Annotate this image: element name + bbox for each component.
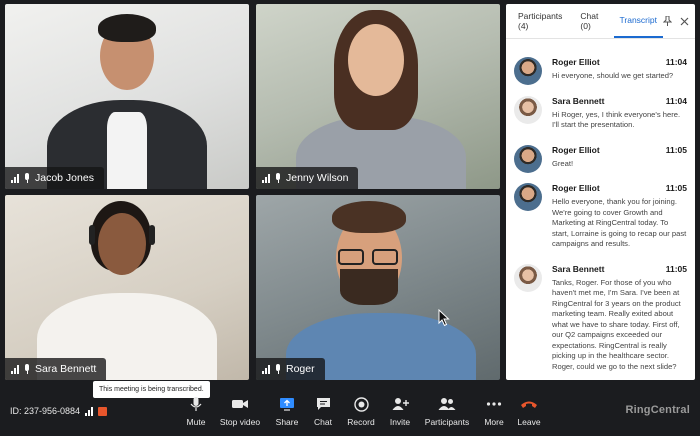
side-panel: Participants (4) Chat (0) Transcript Rog… <box>506 4 695 380</box>
share-screen-icon <box>280 398 294 411</box>
message-text: Great! <box>552 158 574 168</box>
button-label: Mute <box>186 417 206 427</box>
meeting-toolbar: This meeting is being transcribed. ID: 2… <box>0 381 700 436</box>
avatar <box>514 144 542 173</box>
message-author: Roger Elliot <box>552 57 600 67</box>
microphone-icon <box>275 364 281 374</box>
button-label: Record <box>347 417 375 427</box>
add-user-icon <box>392 398 409 410</box>
panel-tabs: Participants (4) Chat (0) Transcript <box>506 4 695 39</box>
button-label: Invite <box>389 417 411 427</box>
message-text: Hi Roger, yes, I think everyone's here. … <box>552 109 681 130</box>
message-time: 11:05 <box>665 144 687 155</box>
message-time: 11:04 <box>665 57 687 67</box>
brand-logo: RingCentral <box>625 404 690 416</box>
avatar <box>514 57 542 85</box>
tab-chat[interactable]: Chat (0) <box>574 4 613 38</box>
message-text: Hello everyone, thank you for joining. W… <box>552 197 687 248</box>
close-icon[interactable] <box>680 17 689 26</box>
message-time: 11:05 <box>665 263 687 274</box>
participant-name: Jacob Jones <box>35 172 94 184</box>
transcript-message: Roger Elliot 11:05 Hello everyone, thank … <box>514 183 687 250</box>
transcription-badge-icon[interactable] <box>98 406 108 416</box>
message-text: Tanks, Roger. For those of you who haven… <box>552 277 681 371</box>
video-grid: Jacob Jones Jenny Wilson Sara Bennett Ro… <box>0 0 700 384</box>
message-text: Hi everyone, should we get started? <box>552 71 674 80</box>
message-author: Sara Bennett <box>552 95 605 106</box>
video-camera-icon <box>232 400 248 408</box>
transcript-message: Roger Elliot 11:05 Great! <box>514 144 687 173</box>
participant-label: Jacob Jones <box>5 167 104 189</box>
button-label: Stop video <box>219 417 261 427</box>
video-tile-jenny-wilson[interactable]: Jenny Wilson <box>256 4 500 189</box>
transcript-message: Roger Elliot 11:04 Hi everyone, should we… <box>514 57 687 85</box>
video-tile-sara-bennett[interactable]: Sara Bennett <box>5 195 249 380</box>
microphone-icon <box>24 364 30 374</box>
participant-name: Roger <box>286 363 315 375</box>
avatar <box>514 263 542 292</box>
meeting-info: ID: 237-956-0884 <box>10 406 108 416</box>
signal-icon <box>11 173 19 183</box>
transcript-message: Sara Bennett 11:05 Tanks, Roger. For thos… <box>514 263 687 373</box>
leave-button[interactable]: Leave <box>501 396 557 427</box>
button-label: Participants <box>424 417 470 427</box>
button-label: Chat <box>314 417 332 427</box>
video-tile-roger[interactable]: Roger <box>256 195 500 380</box>
signal-icon <box>262 364 270 374</box>
pin-icon[interactable] <box>663 16 672 26</box>
message-author: Roger Elliot <box>552 183 600 193</box>
more-dots-icon <box>486 402 502 406</box>
participant-name: Jenny Wilson <box>286 172 349 184</box>
message-author: Sara Bennett <box>552 263 605 274</box>
record-icon <box>353 396 369 412</box>
chat-icon <box>316 398 330 410</box>
message-author: Roger Elliot <box>552 144 600 155</box>
participant-label: Jenny Wilson <box>256 167 359 189</box>
participant-label: Sara Bennett <box>5 358 107 380</box>
video-tile-jacob-jones[interactable]: Jacob Jones <box>5 4 249 189</box>
avatar <box>514 95 542 124</box>
avatar <box>514 183 542 211</box>
signal-icon <box>262 173 270 183</box>
participant-name: Sara Bennett <box>35 363 97 375</box>
meeting-id: ID: 237-956-0884 <box>10 406 81 416</box>
mouse-cursor-icon <box>438 309 450 327</box>
message-time: 11:05 <box>665 183 687 193</box>
connection-signal-icon <box>85 406 94 416</box>
transcript-list: Roger Elliot 11:04 Hi everyone, should we… <box>506 39 695 376</box>
message-time: 11:04 <box>665 95 687 106</box>
signal-icon <box>11 364 19 374</box>
microphone-icon <box>190 397 202 411</box>
microphone-icon <box>275 173 281 183</box>
tab-participants[interactable]: Participants (4) <box>512 4 574 38</box>
button-label: Leave <box>517 417 541 427</box>
hang-up-icon <box>521 401 537 408</box>
participant-label: Roger <box>256 358 325 380</box>
microphone-icon <box>24 173 30 183</box>
tab-transcript[interactable]: Transcript <box>613 4 663 38</box>
transcript-message: Sara Bennett 11:04 Hi Roger, yes, I think… <box>514 95 687 131</box>
participants-icon <box>438 398 456 410</box>
